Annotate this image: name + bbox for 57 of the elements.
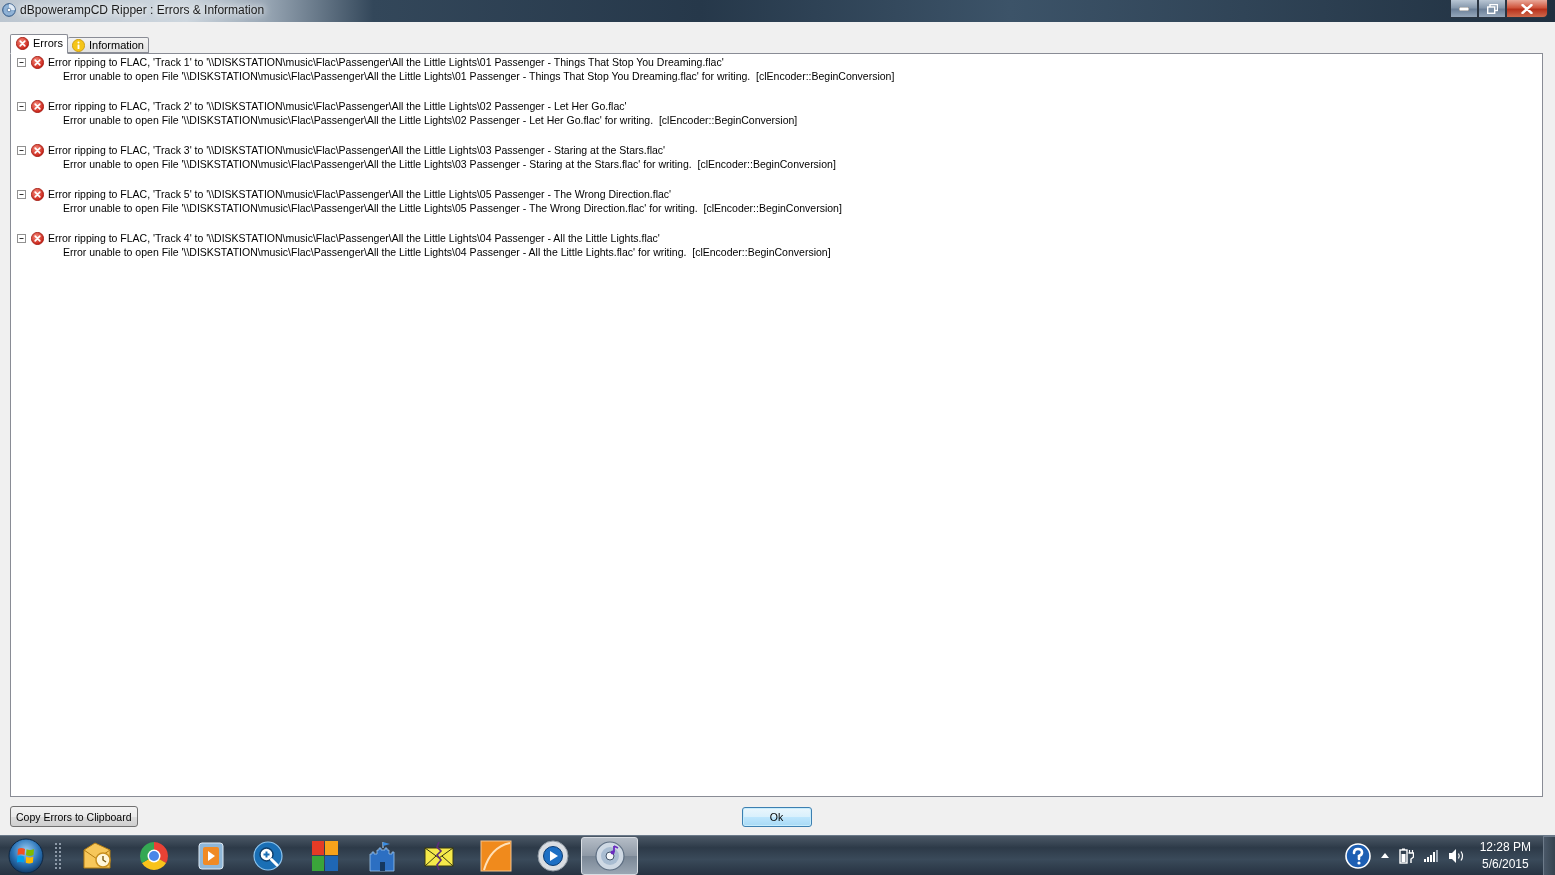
clock-time: 12:28 PM: [1479, 840, 1531, 854]
error-icon: [31, 231, 44, 245]
show-hidden-icons-button[interactable]: [1380, 853, 1389, 858]
play-disc-icon: [536, 839, 569, 872]
close-button[interactable]: [1506, 0, 1548, 18]
magnifier-plus-icon: [252, 840, 283, 871]
network-tray-button[interactable]: [1423, 849, 1438, 862]
error-entry-text: Error ripping to FLAC, 'Track 5' to '\\DISKSTATION\music\Flac\Passenger\All the Little Lights\05 Passenger - The Wrong Direction.flac': [48, 187, 672, 201]
error-detail-text: Error unable to open File '\\DISKSTATION\music\Flac\Passenger\All the Little Lights\05 Passenger - The Wrong Direction.flac' for writing. [clEncoder::BeginConversion]: [63, 201, 842, 215]
play-tile-icon: [197, 841, 224, 870]
error-icon: [31, 187, 44, 201]
error-detail-text: Error unable to open File '\\DISKSTATION\music\Flac\Passenger\All the Little Lights\03 Passenger - Staring at the Stars.flac' for writing. [clEncoder::BeginConversion]: [63, 157, 836, 171]
tree-toggle-icon[interactable]: [17, 145, 26, 155]
error-entry-text: Error ripping to FLAC, 'Track 1' to '\\DISKSTATION\music\Flac\Passenger\All the Little Lights\01 Passenger - Things That Stop You Dreaming.flac': [48, 55, 724, 69]
error-icon: [16, 36, 29, 50]
disc-icon: [593, 839, 626, 872]
restore-button[interactable]: [1478, 0, 1506, 18]
envelope-clock-icon: [80, 840, 113, 871]
error-detail-text: Error unable to open File '\\DISKSTATION\music\Flac\Passenger\All the Little Lights\02 Passenger - Let Her Go.flac' for writing. [clEncoder::BeginConversion]: [63, 113, 798, 127]
copy-errors-button[interactable]: Copy Errors to Clipboard: [10, 806, 138, 827]
crossed-envelope-icon: [422, 840, 455, 871]
grip-icon: [55, 842, 62, 869]
disc-icon: [2, 3, 16, 17]
error-entry-text: Error ripping to FLAC, 'Track 4' to '\\DISKSTATION\music\Flac\Passenger\All the Little Lights\04 Passenger - All the Little Lights.flac': [48, 231, 660, 245]
minimize-icon: [1459, 6, 1469, 11]
caret-up-icon: [1380, 853, 1389, 858]
castle-icon: [366, 839, 397, 872]
tree-toggle-icon[interactable]: [17, 57, 26, 67]
tree-toggle-icon[interactable]: [17, 189, 26, 199]
start-button[interactable]: [7, 836, 45, 875]
tree-toggle-icon[interactable]: [17, 233, 26, 243]
curve-tile-icon: [479, 839, 512, 872]
signal-bars-icon: [1423, 849, 1438, 862]
help-button[interactable]: [1344, 842, 1371, 869]
error-entry-text: Error ripping to FLAC, 'Track 3' to '\\DISKSTATION\music\Flac\Passenger\All the Little Lights\03 Passenger - Staring at the Stars.flac': [48, 143, 666, 157]
start-orb-icon: [8, 837, 44, 874]
error-icon: [31, 143, 44, 157]
restore-icon: [1486, 3, 1498, 14]
tricolor-circle-icon: [138, 840, 169, 871]
window-title: dBpowerampCD Ripper : Errors & Information: [19, 2, 266, 19]
minimize-button[interactable]: [1450, 0, 1478, 18]
error-detail-text: Error unable to open File '\\DISKSTATION\music\Flac\Passenger\All the Little Lights\01 Passenger - Things That Stop You Dreaming.flac' for writing. [clEncoder::BeginConversion]: [63, 69, 895, 83]
tab[interactable]: Information: [67, 37, 149, 53]
battery-plug-icon: [1398, 847, 1414, 864]
taskbar-app-button[interactable]: [581, 836, 638, 875]
speaker-icon: [1447, 847, 1465, 864]
tab[interactable]: Errors: [10, 34, 68, 54]
help-icon: [1344, 842, 1371, 869]
error-detail-text: Error unable to open File '\\DISKSTATION\music\Flac\Passenger\All the Little Lights\04 Passenger - All the Little Lights.flac' for writing. [clEncoder::BeginConversion]: [63, 245, 831, 259]
power-tray-button[interactable]: [1398, 847, 1414, 864]
clock-date: 5/6/2015: [1481, 857, 1529, 871]
volume-tray-button[interactable]: [1447, 847, 1465, 864]
error-icon: [31, 99, 44, 113]
tree-toggle-icon[interactable]: [17, 101, 26, 111]
error-entry-text: Error ripping to FLAC, 'Track 2' to '\\DISKSTATION\music\Flac\Passenger\All the Little Lights\02 Passenger - Let Her Go.flac': [48, 99, 627, 113]
ok-button[interactable]: Ok: [741, 806, 812, 827]
close-icon: [1521, 3, 1533, 14]
